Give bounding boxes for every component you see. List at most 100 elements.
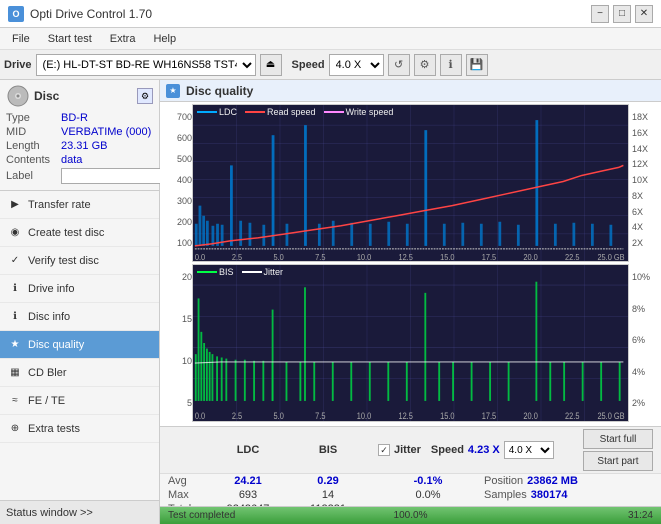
titlebar-controls: − □ ✕ — [591, 5, 653, 23]
sidebar-item-drive-info-label: Drive info — [28, 283, 74, 295]
chart1-y700: 700 — [177, 112, 192, 122]
info-button[interactable]: ℹ — [440, 54, 462, 76]
speed-label: Speed — [292, 59, 325, 71]
speed-select-stats[interactable]: 4.0 X — [504, 441, 554, 459]
sidebar-item-disc-info[interactable]: ℹ Disc info — [0, 303, 159, 331]
start-full-button[interactable]: Start full — [583, 429, 653, 449]
svg-text:22.5: 22.5 — [565, 253, 579, 261]
menubar: File Start test Extra Help — [0, 28, 661, 50]
chart2-y20: 20 — [182, 272, 192, 282]
save-button[interactable]: 💾 — [466, 54, 488, 76]
menu-extra[interactable]: Extra — [102, 31, 144, 47]
minimize-button[interactable]: − — [591, 5, 609, 23]
start-part-button[interactable]: Start part — [583, 451, 653, 471]
drive-select[interactable]: (E:) HL-DT-ST BD-RE WH16NS58 TST4 — [36, 54, 256, 76]
status-window-button[interactable]: Status window >> — [0, 500, 159, 524]
svg-text:2.5: 2.5 — [232, 411, 243, 421]
chart1-y200: 200 — [177, 217, 192, 227]
bis-avg: 0.29 — [288, 475, 368, 487]
chart1-container: 700 600 500 400 300 200 100 LDC — [162, 104, 659, 262]
disc-contents-value: data — [61, 154, 153, 166]
samples-label: Samples — [484, 489, 527, 501]
app-icon: O — [8, 6, 24, 22]
bis-legend-dot — [197, 271, 217, 273]
status-text-right: 31:24 — [628, 510, 653, 521]
chart2-container: 20 15 10 5 BIS Jitter — [162, 264, 659, 422]
chart1-y-axis-right: 18X 16X 14X 12X 10X 8X 6X 4X 2X — [629, 104, 659, 262]
start-buttons: Start full Start part — [583, 429, 653, 471]
create-test-disc-icon: ◉ — [8, 226, 22, 240]
disc-icon — [6, 84, 30, 108]
chart1-r6x: 6X — [632, 207, 643, 217]
jitter-checkbox[interactable]: ✓ — [378, 444, 390, 456]
disc-type-key: Type — [6, 112, 61, 124]
sidebar-item-verify-test-disc[interactable]: ✓ Verify test disc — [0, 247, 159, 275]
sidebar-item-extra-tests[interactable]: ⊕ Extra tests — [0, 415, 159, 443]
menu-start-test[interactable]: Start test — [40, 31, 100, 47]
settings-button[interactable]: ⚙ — [414, 54, 436, 76]
svg-text:0.0: 0.0 — [195, 411, 206, 421]
chart1-legend: LDC Read speed Write speed — [197, 107, 393, 117]
jitter-section: ✓ Jitter — [378, 444, 421, 456]
chart2-y10: 10 — [182, 356, 192, 366]
chart2-r8pct: 8% — [632, 304, 645, 314]
disc-length-key: Length — [6, 140, 61, 152]
drive-info-icon: ℹ — [8, 282, 22, 296]
extra-tests-icon: ⊕ — [8, 422, 22, 436]
position-section: Position 23862 MB — [484, 475, 578, 487]
chart1-y400: 400 — [177, 175, 192, 185]
write-speed-legend-dot — [324, 111, 344, 113]
sidebar-item-fe-te[interactable]: ≈ FE / TE — [0, 387, 159, 415]
speed-select[interactable]: 4.0 X — [329, 54, 384, 76]
speed-header-label: Speed — [431, 444, 464, 456]
titlebar: O Opti Drive Control 1.70 − □ ✕ — [0, 0, 661, 28]
maximize-button[interactable]: □ — [613, 5, 631, 23]
sidebar-item-fe-te-label: FE / TE — [28, 395, 65, 407]
charts-area: 700 600 500 400 300 200 100 LDC — [160, 102, 661, 426]
svg-text:22.5: 22.5 — [565, 411, 580, 421]
legend-read-speed: Read speed — [245, 107, 316, 117]
disc-quality-header: ★ Disc quality — [160, 80, 661, 102]
chart2-r10pct: 10% — [632, 272, 650, 282]
sidebar-item-disc-quality[interactable]: ★ Disc quality — [0, 331, 159, 359]
disc-type-value: BD-R — [61, 112, 153, 124]
svg-text:25.0 GB: 25.0 GB — [597, 411, 625, 421]
sidebar-item-transfer-rate[interactable]: ▶ Transfer rate — [0, 191, 159, 219]
max-label: Max — [168, 489, 208, 501]
refresh-button[interactable]: ↺ — [388, 54, 410, 76]
bis-max: 14 — [288, 489, 368, 501]
chart1-r18x: 18X — [632, 112, 648, 122]
chart2-r2pct: 2% — [632, 398, 645, 408]
transfer-rate-icon: ▶ — [8, 198, 22, 212]
svg-text:15.0: 15.0 — [440, 253, 454, 261]
position-label: Position — [484, 475, 523, 487]
eject-button[interactable]: ⏏ — [260, 54, 282, 76]
sidebar-item-drive-info[interactable]: ℹ Drive info — [0, 275, 159, 303]
disc-info-icon: ℹ — [8, 310, 22, 324]
close-button[interactable]: ✕ — [635, 5, 653, 23]
jitter-avg: -0.1% — [378, 475, 478, 487]
svg-text:7.5: 7.5 — [315, 411, 326, 421]
disc-settings-button[interactable]: ⚙ — [137, 88, 153, 104]
chart1-y600: 600 — [177, 133, 192, 143]
position-value: 23862 MB — [527, 475, 578, 487]
svg-text:10.0: 10.0 — [357, 411, 372, 421]
progress-bar-container: Test completed 100.0% 31:24 — [160, 506, 661, 524]
main: Disc ⚙ Type BD-R MID VERBATIMe (000) Len… — [0, 80, 661, 524]
chart2-legend: BIS Jitter — [197, 267, 283, 277]
disc-mid-key: MID — [6, 126, 61, 138]
chart2-y-axis-right: 10% 8% 6% 4% 2% — [629, 264, 659, 422]
disc-quality-title: Disc quality — [186, 84, 253, 98]
ldc-avg: 24.21 — [208, 475, 288, 487]
jitter-legend-dot — [242, 271, 262, 273]
menu-file[interactable]: File — [4, 31, 38, 47]
status-text-left: Test completed — [168, 510, 235, 521]
sidebar-item-create-test-disc[interactable]: ◉ Create test disc — [0, 219, 159, 247]
menu-help[interactable]: Help — [145, 31, 184, 47]
disc-contents-row: Contents data — [6, 154, 153, 166]
samples-value: 380174 — [531, 489, 568, 501]
chart1-inner: LDC Read speed Write speed — [192, 104, 629, 262]
sidebar-item-cd-bler[interactable]: ▦ CD Bler — [0, 359, 159, 387]
disc-length-value: 23.31 GB — [61, 140, 153, 152]
sidebar-item-verify-test-disc-label: Verify test disc — [28, 255, 99, 267]
